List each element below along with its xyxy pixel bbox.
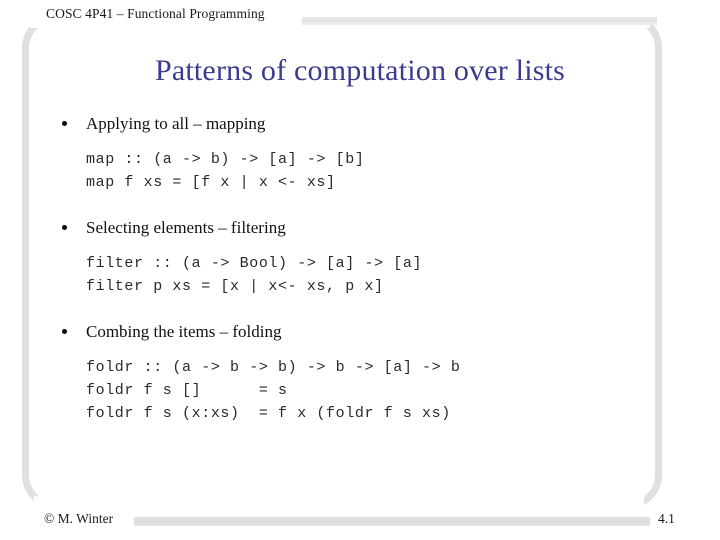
bullet-dot-icon	[62, 329, 67, 334]
slide-footer: © M. Winter 4.1	[0, 511, 720, 531]
bullet-section: Selecting elements – filteringfilter :: …	[0, 216, 720, 320]
page-title: Patterns of computation over lists	[154, 54, 566, 87]
code-line: map f xs = [f x | x <- xs]	[86, 174, 336, 191]
bullet-item: Combing the items – folding	[0, 320, 720, 344]
code-line: foldr f s (x:xs) = f x (foldr f s xs)	[86, 405, 451, 422]
code-line: filter p xs = [x | x<- xs, p x]	[86, 278, 384, 295]
code-line: foldr f s [] = s	[86, 382, 288, 399]
slide-canvas: COSC 4P41 – Functional Programming Patte…	[0, 0, 720, 540]
bullet-label: Applying to all – mapping	[86, 114, 266, 133]
code-line: map :: (a -> b) -> [a] -> [b]	[86, 151, 365, 168]
code-line: foldr :: (a -> b -> b) -> b -> [a] -> b	[86, 359, 461, 376]
code-block: filter :: (a -> Bool) -> [a] -> [a]filte…	[0, 252, 720, 298]
footer-copyright: © M. Winter	[44, 511, 114, 526]
bullet-section: Applying to all – mappingmap :: (a -> b)…	[0, 112, 720, 216]
footer-decorative-bar	[134, 517, 650, 526]
header-decorative-bar	[302, 17, 657, 25]
bullet-label: Selecting elements – filtering	[86, 218, 286, 237]
footer-page-number: 4.1	[658, 511, 675, 526]
bullet-dot-icon	[62, 121, 67, 126]
slide-header: COSC 4P41 – Functional Programming	[0, 6, 720, 26]
code-line: filter :: (a -> Bool) -> [a] -> [a]	[86, 255, 423, 272]
bullet-dot-icon	[62, 225, 67, 230]
slide-body: Applying to all – mappingmap :: (a -> b)…	[0, 112, 720, 447]
code-block: foldr :: (a -> b -> b) -> b -> [a] -> bf…	[0, 356, 720, 425]
code-block: map :: (a -> b) -> [a] -> [b]map f xs = …	[0, 148, 720, 194]
header-course-label: COSC 4P41 – Functional Programming	[46, 6, 265, 21]
bullet-section: Combing the items – foldingfoldr :: (a -…	[0, 320, 720, 447]
bullet-label: Combing the items – folding	[86, 322, 282, 341]
bullet-item: Selecting elements – filtering	[0, 216, 720, 240]
bullet-item: Applying to all – mapping	[0, 112, 720, 136]
